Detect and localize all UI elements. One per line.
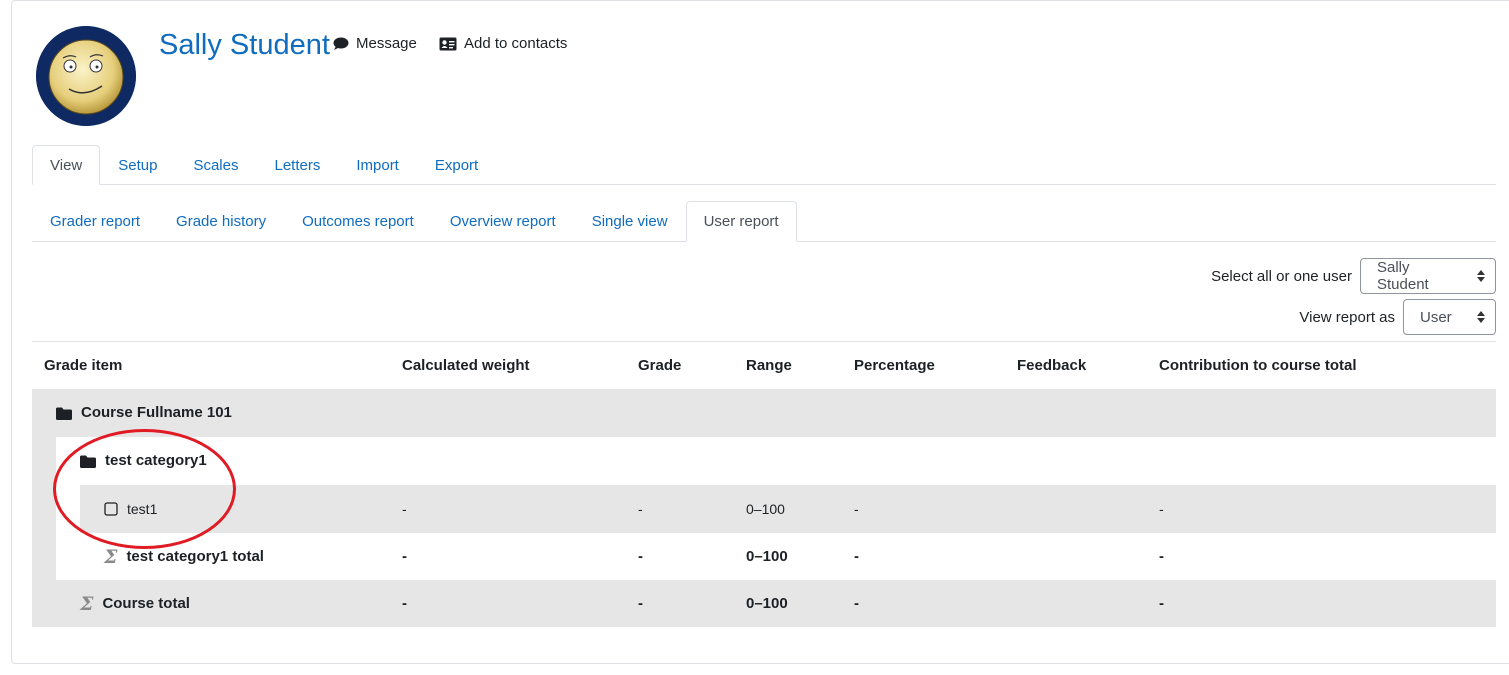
folder-icon bbox=[56, 407, 72, 420]
sigma-icon: Σ bbox=[80, 592, 94, 615]
row-item: Course Fullname 101 bbox=[56, 389, 232, 437]
table-row: test category1 bbox=[56, 437, 1496, 485]
nesting-indent bbox=[56, 485, 80, 533]
range-cell: 0–100 bbox=[746, 595, 788, 612]
sigma-icon: Σ bbox=[104, 545, 118, 568]
message-link[interactable]: Message bbox=[333, 35, 417, 52]
grade-item-link[interactable]: test1 bbox=[127, 485, 157, 533]
grade-cell: - bbox=[638, 501, 643, 517]
tab-export[interactable]: Export bbox=[417, 145, 496, 185]
col-calculated-weight: Calculated weight bbox=[402, 357, 530, 374]
range-cell: 0–100 bbox=[746, 501, 785, 517]
col-grade: Grade bbox=[638, 357, 682, 374]
contribution-cell: - bbox=[1159, 501, 1164, 517]
percentage-cell: - bbox=[854, 595, 859, 612]
view-as-value: User bbox=[1420, 308, 1452, 326]
user-select[interactable]: Sally Student bbox=[1360, 258, 1496, 294]
col-grade-item: Grade item bbox=[44, 357, 123, 374]
add-to-contacts-link[interactable]: Add to contacts bbox=[439, 35, 567, 52]
col-percentage: Percentage bbox=[854, 357, 935, 374]
row-item: test category1 bbox=[80, 437, 207, 485]
tab-outcomes-report[interactable]: Outcomes report bbox=[284, 201, 432, 242]
message-label: Message bbox=[356, 35, 417, 52]
select-arrows-icon bbox=[1477, 270, 1485, 282]
percentage-cell: - bbox=[854, 501, 859, 517]
grade-item-name: test category1 bbox=[105, 452, 207, 469]
tab-view[interactable]: View bbox=[32, 145, 101, 185]
tab-setup[interactable]: Setup bbox=[100, 145, 175, 185]
weight-cell: - bbox=[402, 595, 407, 612]
tab-grader-report[interactable]: Grader report bbox=[32, 201, 158, 242]
table-row: test1 - - 0–100 - - bbox=[80, 485, 1496, 533]
add-to-contacts-label: Add to contacts bbox=[464, 35, 568, 52]
tab-letters[interactable]: Letters bbox=[256, 145, 338, 185]
view-as-select-row: View report as User bbox=[1299, 299, 1496, 335]
table-row: Σ Course total - - 0–100 - - bbox=[32, 580, 1496, 627]
col-range: Range bbox=[746, 357, 792, 374]
table-row: Σ test category1 total - - 0–100 - - bbox=[56, 533, 1496, 581]
grade-item-name: Course Fullname 101 bbox=[81, 404, 232, 421]
view-as-label: View report as bbox=[1299, 308, 1395, 326]
grade-item-name: Course total bbox=[102, 595, 190, 612]
row-item: test1 bbox=[104, 485, 157, 533]
range-cell: 0–100 bbox=[746, 548, 788, 565]
contribution-cell: - bbox=[1159, 548, 1164, 565]
row-item: Σ Course total bbox=[80, 580, 190, 628]
view-as-select[interactable]: User bbox=[1403, 299, 1496, 335]
row-item: Σ test category1 total bbox=[104, 533, 264, 581]
table-row: Course Fullname 101 bbox=[32, 389, 1496, 437]
user-select-row: Select all or one user Sally Student bbox=[1211, 258, 1496, 294]
user-select-label: Select all or one user bbox=[1211, 267, 1352, 285]
table-header: Grade item Calculated weight Grade Range… bbox=[32, 342, 1496, 388]
user-select-value: Sally Student bbox=[1377, 259, 1429, 293]
tab-user-report[interactable]: User report bbox=[685, 201, 797, 242]
tab-scales[interactable]: Scales bbox=[175, 145, 256, 185]
col-contribution: Contribution to course total bbox=[1159, 357, 1357, 374]
report-tabs: Grader report Grade history Outcomes rep… bbox=[32, 201, 1496, 242]
tab-single-view[interactable]: Single view bbox=[574, 201, 686, 242]
grade-cell: - bbox=[638, 595, 643, 612]
user-avatar[interactable] bbox=[36, 26, 136, 126]
primary-tabs: View Setup Scales Letters Import Export bbox=[32, 145, 1496, 185]
user-fullname[interactable]: Sally Student bbox=[159, 27, 330, 63]
smiley-face-icon bbox=[36, 26, 136, 126]
col-feedback: Feedback bbox=[1017, 357, 1087, 374]
grade-cell: - bbox=[638, 548, 643, 565]
tab-import[interactable]: Import bbox=[338, 145, 417, 185]
chat-bubble-icon bbox=[333, 37, 349, 50]
checkbox-icon bbox=[104, 502, 118, 516]
weight-cell: - bbox=[402, 501, 407, 517]
percentage-cell: - bbox=[854, 548, 859, 565]
select-arrows-icon bbox=[1477, 311, 1485, 323]
grade-item-name: test category1 total bbox=[126, 548, 264, 565]
contribution-cell: - bbox=[1159, 595, 1164, 612]
address-card-icon bbox=[439, 37, 457, 50]
weight-cell: - bbox=[402, 548, 407, 565]
tab-grade-history[interactable]: Grade history bbox=[158, 201, 284, 242]
tab-overview-report[interactable]: Overview report bbox=[432, 201, 574, 242]
folder-icon bbox=[80, 455, 96, 468]
